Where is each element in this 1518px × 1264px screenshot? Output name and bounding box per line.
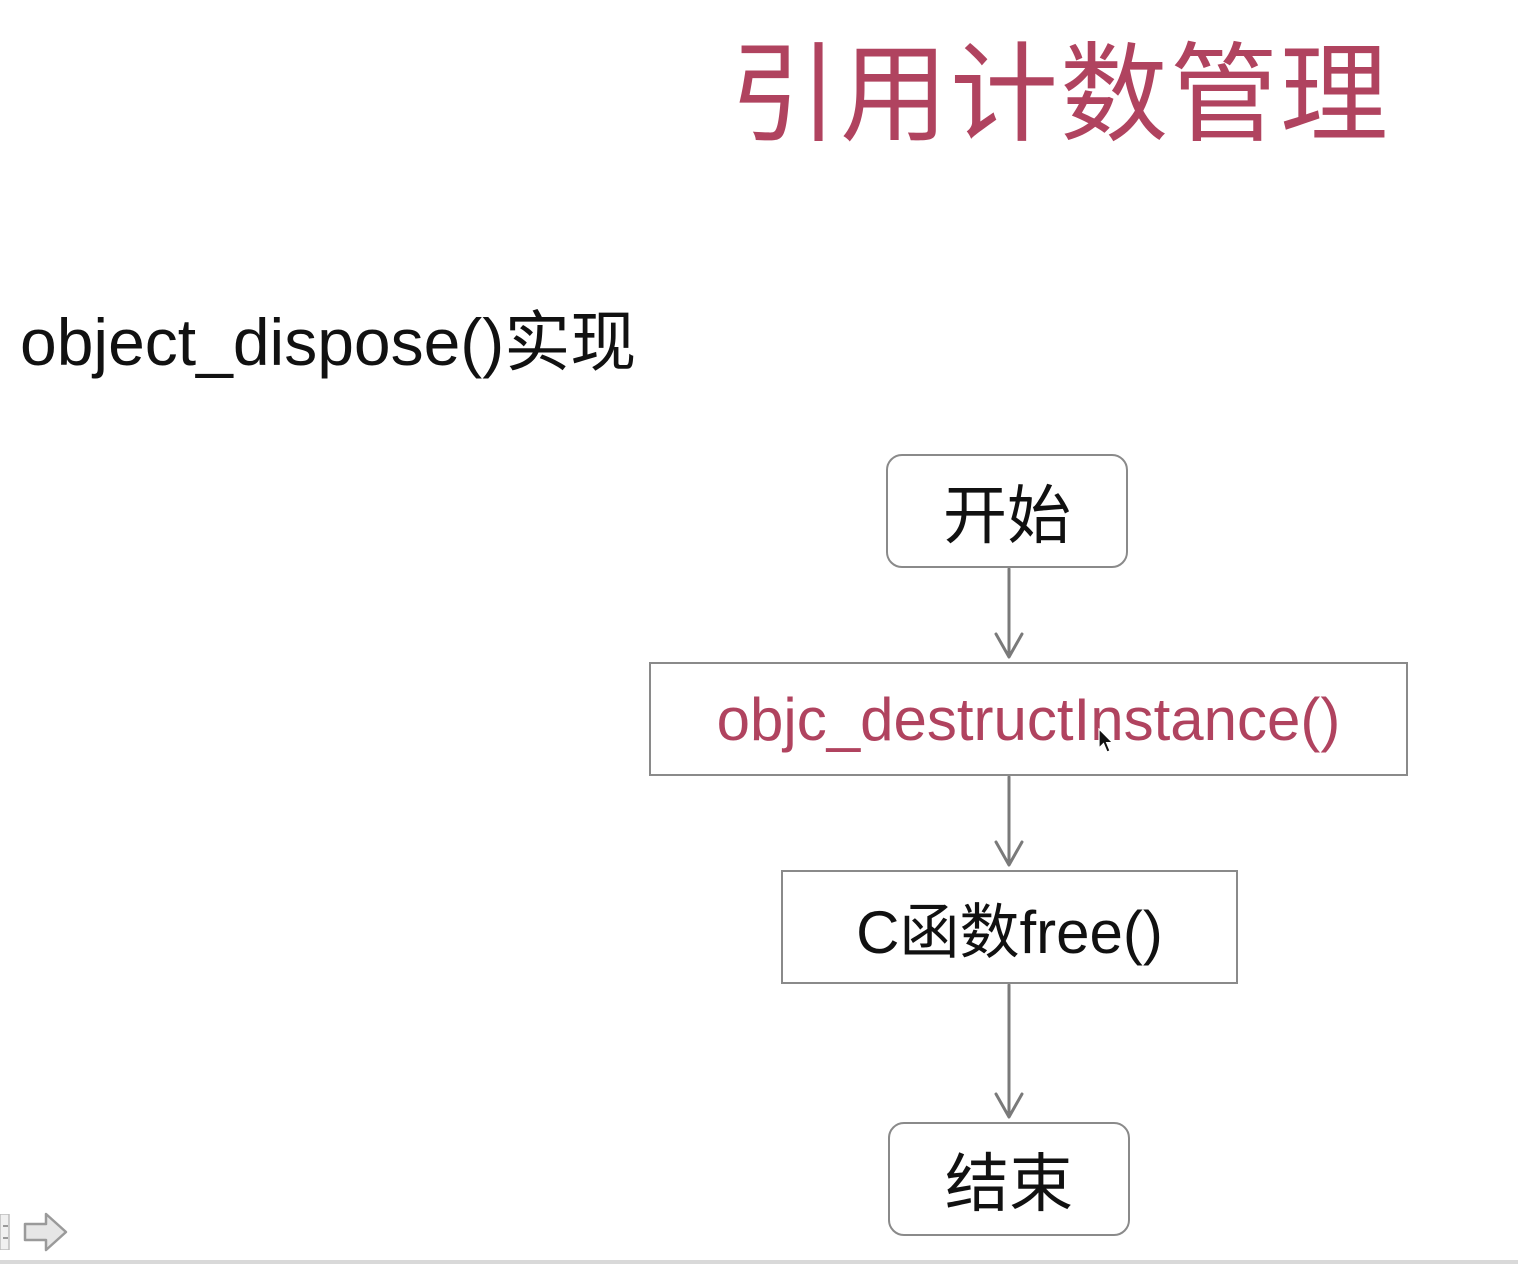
arrowhead-free-to-end: [994, 1092, 1024, 1119]
flow-node-end-label: 结束: [945, 1148, 1073, 1220]
next-slide-arrow-icon[interactable]: [22, 1210, 70, 1254]
arrowhead-destruct-to-free: [994, 840, 1024, 867]
flow-node-end: 结束: [888, 1122, 1130, 1236]
flow-node-free-label: C函数free(): [856, 898, 1163, 966]
arrowhead-start-to-destruct: [994, 632, 1024, 659]
slide-canvas: 引用计数管理 object_dispose()实现 开始 objc_destru…: [0, 0, 1518, 1264]
slide-title: 引用计数管理: [730, 34, 1391, 155]
flowchart-connectors: [994, 567, 1024, 1119]
bottom-divider: [0, 1260, 1518, 1264]
slide-subtitle: object_dispose()实现: [20, 305, 637, 379]
previous-slide-icon[interactable]: [0, 1214, 10, 1250]
mouse-pointer-icon: [1098, 728, 1114, 753]
flow-node-start-label: 开始: [943, 480, 1071, 552]
flow-node-free: C函数free(): [781, 870, 1238, 984]
slide-navigation: [0, 1206, 80, 1258]
flow-node-destruct-instance-label: objc_destructInstance(): [716, 685, 1341, 753]
flow-node-start: 开始: [886, 454, 1128, 568]
flow-node-destruct-instance: objc_destructInstance(): [649, 662, 1408, 776]
